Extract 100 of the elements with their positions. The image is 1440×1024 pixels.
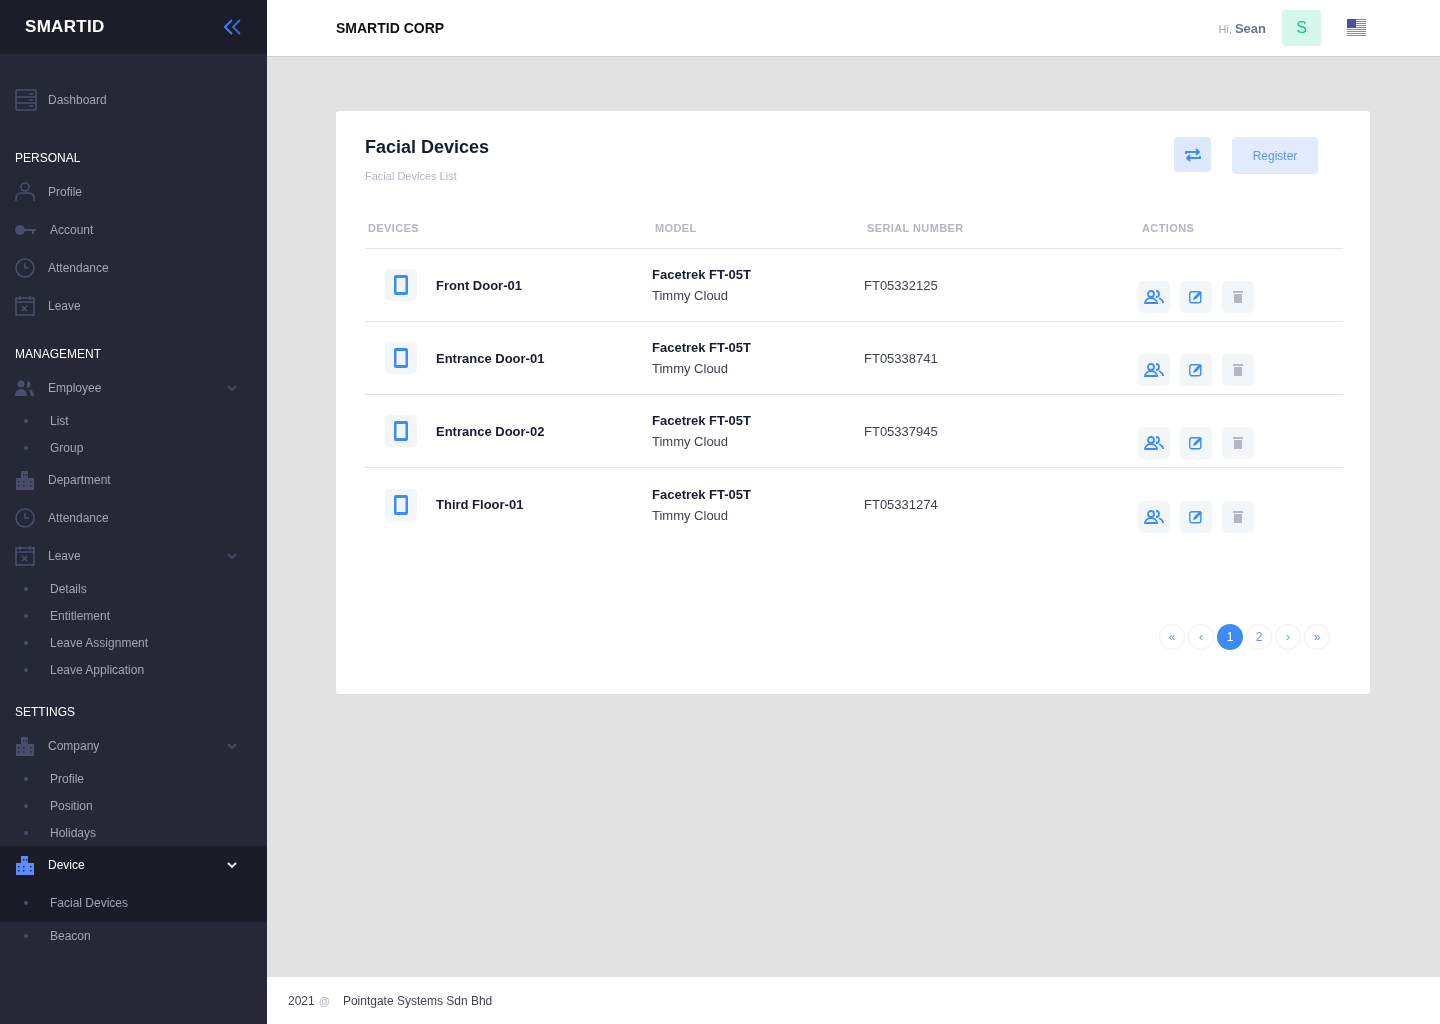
trash-icon: [1233, 291, 1243, 303]
flag-icon[interactable]: [1347, 19, 1366, 37]
nav-subitem[interactable]: Leave Assignment: [0, 629, 267, 656]
section-heading: SETTINGS: [14, 704, 76, 721]
serial-number: FT05337945: [864, 423, 939, 439]
section-heading: MANAGEMENT: [14, 346, 102, 363]
nav-item[interactable]: Dashboard: [0, 81, 267, 119]
column-header: DEVICES: [368, 222, 421, 234]
nav-item[interactable]: Company: [0, 727, 267, 765]
server-icon: [15, 89, 37, 111]
delete-button[interactable]: [1222, 427, 1254, 459]
edit-button[interactable]: [1180, 427, 1212, 459]
nav-subitem[interactable]: Facial Devices: [0, 884, 267, 922]
column-header: ACTIONS: [1141, 222, 1196, 234]
nav-subitem[interactable]: Beacon: [0, 922, 267, 949]
device-model: Facetrek FT-05T: [652, 340, 752, 355]
edit-icon: [1189, 363, 1203, 377]
trash-icon: [1233, 364, 1243, 376]
serial-number: FT05331274: [864, 497, 939, 512]
page-button[interactable]: «: [1159, 624, 1185, 650]
phone-icon: [385, 415, 417, 447]
delete-button[interactable]: [1222, 354, 1254, 386]
calendar-icon: [15, 296, 35, 316]
phone-icon: [385, 342, 417, 374]
footer-year: 2021: [288, 993, 315, 1008]
device-name: Entrance Door-02: [436, 423, 545, 439]
device-owner: Timmy Cloud: [652, 434, 730, 449]
device-model: Facetrek FT-05T: [652, 413, 752, 428]
column-header: SERIAL NUMBER: [867, 222, 965, 234]
nav-subitem[interactable]: Position: [0, 792, 267, 819]
page-button[interactable]: »: [1304, 624, 1330, 650]
serial-number: FT05332125: [864, 277, 939, 293]
device-name: Third Floor-01: [436, 497, 524, 512]
users-icon: [1144, 436, 1164, 450]
users-icon: [1144, 290, 1164, 304]
nav-item[interactable]: Profile: [0, 173, 267, 211]
edit-button[interactable]: [1180, 354, 1212, 386]
delete-button[interactable]: [1222, 500, 1254, 533]
nav-subitem[interactable]: Leave Application: [0, 656, 267, 683]
footer-mark: @: [318, 994, 330, 1007]
page-button[interactable]: ›: [1275, 624, 1301, 650]
sync-icon: [1183, 145, 1202, 164]
person-icon: [15, 182, 35, 202]
card-title: Facial Devices: [365, 137, 490, 158]
device-model: Facetrek FT-05T: [652, 267, 752, 282]
edit-button[interactable]: [1180, 281, 1212, 313]
building-icon: [15, 736, 35, 756]
key-icon: [15, 224, 37, 236]
edit-icon: [1189, 436, 1203, 450]
trash-icon: [1233, 437, 1243, 449]
device-name: Entrance Door-01: [436, 350, 545, 366]
edit-icon: [1189, 509, 1203, 524]
users-button[interactable]: [1138, 354, 1170, 386]
nav-item[interactable]: Department: [0, 461, 267, 499]
edit-button[interactable]: [1180, 500, 1212, 533]
collapse-icon[interactable]: [224, 19, 242, 35]
device-name: Front Door-01: [436, 277, 522, 293]
nav-item[interactable]: Attendance: [0, 249, 267, 287]
footer-link[interactable]: Pointgate Systems Sdn Bhd: [342, 993, 493, 1008]
nav-item[interactable]: Device: [0, 846, 267, 884]
nav-item[interactable]: Account: [0, 211, 267, 249]
users-button[interactable]: [1138, 500, 1170, 533]
trash-icon: [1233, 510, 1243, 523]
clock-icon: [15, 258, 35, 278]
nav-subitem[interactable]: List: [0, 407, 267, 434]
device-model: Facetrek FT-05T: [652, 486, 752, 502]
device-owner: Timmy Cloud: [652, 361, 730, 376]
card-subtitle: Facial Devices List: [365, 170, 458, 182]
clock-icon: [15, 508, 35, 528]
nav-subitem[interactable]: Holidays: [0, 819, 267, 846]
building-icon: [15, 470, 35, 490]
nav-item[interactable]: Attendance: [0, 499, 267, 537]
company-name: SMARTID CORP: [336, 20, 445, 36]
user-greeting: Hi, Sean: [1218, 20, 1266, 36]
edit-icon: [1189, 290, 1203, 304]
nav-subitem[interactable]: Profile: [0, 765, 267, 792]
section-heading: PERSONAL: [14, 150, 82, 167]
page-button[interactable]: 1: [1217, 624, 1243, 650]
nav-subitem[interactable]: Group: [0, 434, 267, 461]
nav-item[interactable]: Leave: [0, 287, 267, 325]
delete-button[interactable]: [1222, 281, 1254, 313]
users-button[interactable]: [1138, 281, 1170, 313]
device-owner: Timmy Cloud: [652, 288, 730, 303]
page-button[interactable]: ‹: [1188, 624, 1214, 650]
nav-subitem[interactable]: Details: [0, 575, 267, 602]
users-icon: [1144, 363, 1164, 377]
logo: SMARTID: [25, 17, 105, 37]
nav-item[interactable]: Leave: [0, 537, 267, 575]
users-button[interactable]: [1138, 427, 1170, 459]
sync-button[interactable]: [1174, 137, 1211, 172]
calendar-icon: [15, 546, 35, 566]
serial-number: FT05338741: [864, 350, 939, 366]
users-icon: [1144, 509, 1164, 524]
people-icon: [15, 380, 35, 396]
phone-icon: [385, 269, 417, 301]
device-owner: Timmy Cloud: [652, 507, 730, 523]
nav-subitem[interactable]: Entitlement: [0, 602, 267, 629]
building-icon: [15, 855, 35, 875]
column-header: MODEL: [655, 222, 698, 234]
nav-item[interactable]: Employee: [0, 369, 267, 407]
